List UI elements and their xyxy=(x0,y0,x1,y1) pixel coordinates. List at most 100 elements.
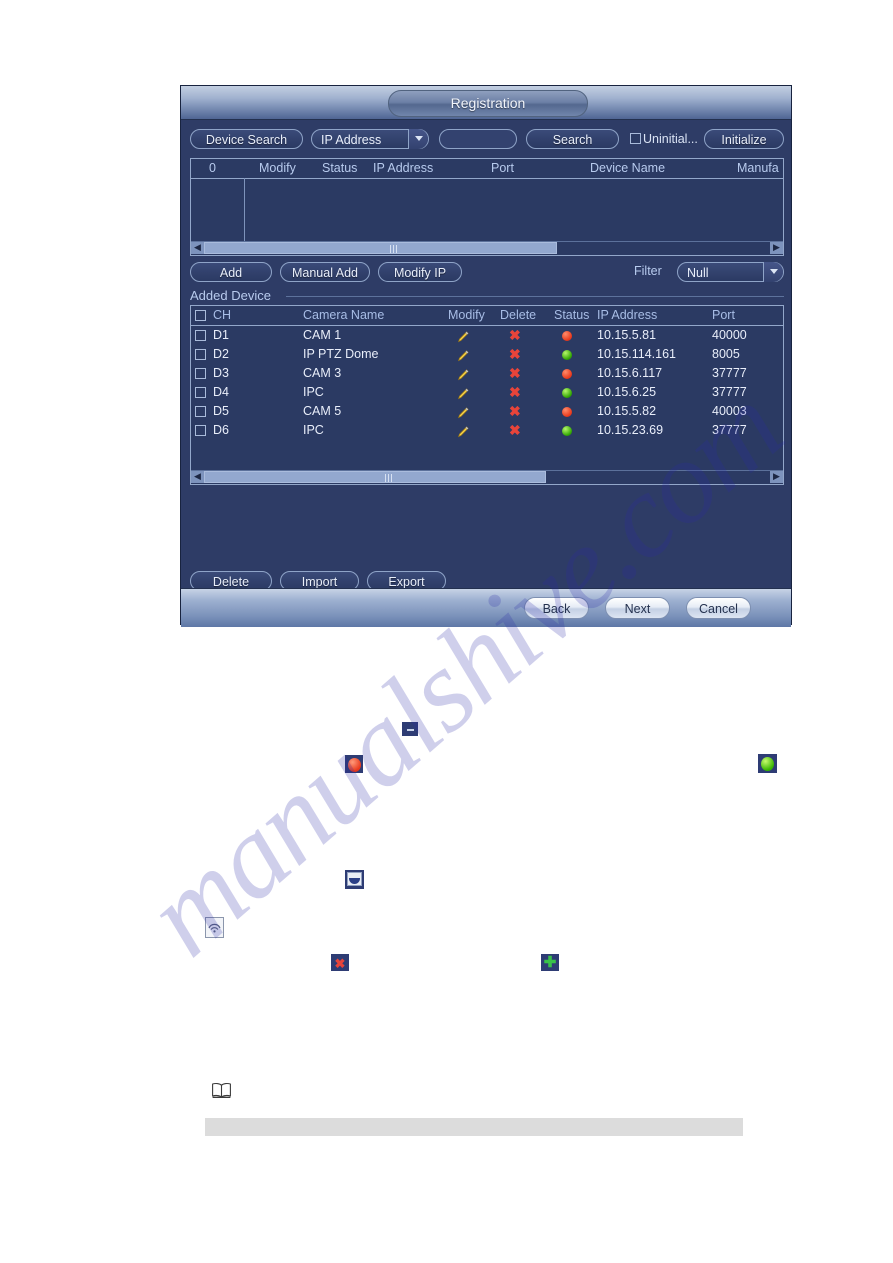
note-book-icon xyxy=(211,1081,232,1099)
device-search-button[interactable]: Device Search xyxy=(190,129,303,149)
table-row[interactable]: D1 CAM 1 10.15.5.81 40000 ✖ xyxy=(191,326,783,345)
search-col-device-name: Device Name xyxy=(590,161,666,175)
pencil-edit-icon[interactable] xyxy=(457,425,469,438)
scroll-thumb[interactable] xyxy=(204,471,546,483)
scroll-left-icon[interactable]: ◀ xyxy=(191,471,204,483)
scroll-right-icon[interactable]: ▶ xyxy=(770,242,783,254)
search-result-table: 0 Modify Status IP Address Port Device N… xyxy=(190,158,784,256)
status-red-icon xyxy=(345,755,363,773)
status-indicator xyxy=(562,331,572,341)
dialog-footer: Back Next Cancel xyxy=(181,588,791,627)
cell-port: 40003 xyxy=(712,404,747,418)
added-col-ch: CH xyxy=(213,308,232,322)
search-table-hscrollbar[interactable]: ◀ ▶ xyxy=(191,241,783,255)
filter-value: Null xyxy=(687,266,709,280)
delete-x-icon[interactable]: ✖ xyxy=(509,366,521,381)
cell-ip-address: 10.15.5.81 xyxy=(597,328,657,342)
search-col-status: Status xyxy=(322,161,358,175)
device-search-toolbar: Device Search IP Address Search Uninitia… xyxy=(190,129,784,153)
back-button[interactable]: Back xyxy=(524,597,589,619)
modify-ip-button[interactable]: Modify IP xyxy=(378,262,462,282)
status-indicator xyxy=(562,388,572,398)
search-col-ip-address: IP Address xyxy=(373,161,434,175)
cell-camera-name: CAM 5 xyxy=(303,404,342,418)
row-checkbox[interactable] xyxy=(195,349,206,360)
delete-x-icon[interactable]: ✖ xyxy=(509,423,521,438)
table-row[interactable]: D5 CAM 5 10.15.5.82 40003 ✖ xyxy=(191,402,783,421)
row-checkbox[interactable] xyxy=(195,406,206,417)
cell-port: 37777 xyxy=(712,385,747,399)
search-col-port: Port xyxy=(491,161,514,175)
cell-camera-name: IPC xyxy=(303,385,324,399)
cell-channel: D5 xyxy=(213,404,229,418)
cell-ip-address: 10.15.114.161 xyxy=(597,347,677,361)
added-col-status: Status xyxy=(554,308,590,322)
cell-port: 40000 xyxy=(712,328,747,342)
wifi-signal-icon xyxy=(205,917,224,938)
pencil-edit-icon[interactable] xyxy=(457,349,469,362)
next-button[interactable]: Next xyxy=(605,597,670,619)
pencil-edit-icon[interactable] xyxy=(457,330,469,343)
cell-channel: D3 xyxy=(213,366,229,380)
filter-select[interactable]: Null xyxy=(677,262,784,282)
search-table-header: 0 Modify Status IP Address Port Device N… xyxy=(191,159,783,179)
row-checkbox[interactable] xyxy=(195,330,206,341)
cell-ip-address: 10.15.23.69 xyxy=(597,423,664,437)
cell-ip-address: 10.15.5.82 xyxy=(597,404,657,418)
checkbox-box[interactable] xyxy=(630,133,641,144)
cancel-button[interactable]: Cancel xyxy=(686,597,751,619)
pencil-edit-icon[interactable] xyxy=(457,368,469,381)
added-table-header: CH Camera Name Modify Delete Status IP A… xyxy=(191,306,783,326)
added-col-camera-name: Camera Name xyxy=(303,308,385,322)
delete-x-icon: ✖ xyxy=(331,954,349,971)
added-col-port: Port xyxy=(712,308,735,322)
table-row[interactable]: D6 IPC 10.15.23.69 37777 ✖ xyxy=(191,421,783,440)
delete-x-icon[interactable]: ✖ xyxy=(509,347,521,362)
table-row[interactable]: D2 IP PTZ Dome 10.15.114.161 8005 ✖ xyxy=(191,345,783,364)
row-checkbox[interactable] xyxy=(195,425,206,436)
minus-icon xyxy=(402,722,418,736)
cell-camera-name: CAM 3 xyxy=(303,366,342,380)
chevron-down-icon[interactable] xyxy=(763,262,783,282)
added-device-legend: Added Device xyxy=(190,288,271,303)
pencil-edit-icon[interactable] xyxy=(457,406,469,419)
section-divider xyxy=(286,296,784,297)
note-content-bar xyxy=(205,1118,743,1136)
device-actions-toolbar: Add Manual Add Modify IP Filter Null xyxy=(190,262,784,284)
scroll-track[interactable] xyxy=(204,471,770,483)
add-button[interactable]: Add xyxy=(190,262,272,282)
scroll-track[interactable] xyxy=(204,242,770,254)
search-col-manufacturer: Manufa xyxy=(737,161,779,175)
manual-add-button[interactable]: Manual Add xyxy=(280,262,370,282)
row-checkbox[interactable] xyxy=(195,387,206,398)
delete-x-icon[interactable]: ✖ xyxy=(509,385,521,400)
scroll-thumb[interactable] xyxy=(204,242,557,254)
dialog-body: Device Search IP Address Search Uninitia… xyxy=(181,120,791,591)
status-indicator xyxy=(562,350,572,360)
search-button[interactable]: Search xyxy=(526,129,619,149)
table-row[interactable]: D3 CAM 3 10.15.6.117 37777 ✖ xyxy=(191,364,783,383)
delete-x-icon[interactable]: ✖ xyxy=(509,328,521,343)
search-input[interactable] xyxy=(439,129,517,149)
added-table-rows: D1 CAM 1 10.15.5.81 40000 ✖ D2 IP PTZ Dome 10.1… xyxy=(191,326,783,440)
status-indicator xyxy=(562,426,572,436)
cell-channel: D2 xyxy=(213,347,229,361)
scroll-right-icon[interactable]: ▶ xyxy=(770,471,783,483)
added-col-modify: Modify xyxy=(448,308,485,322)
row-checkbox[interactable] xyxy=(195,368,206,379)
cell-ip-address: 10.15.6.117 xyxy=(597,366,663,380)
select-all-checkbox[interactable] xyxy=(195,310,206,321)
pencil-edit-icon[interactable] xyxy=(457,387,469,400)
search-col-count: 0 xyxy=(209,161,216,175)
chevron-down-icon[interactable] xyxy=(408,129,428,149)
cell-ip-address: 10.15.6.25 xyxy=(597,385,657,399)
initialize-button[interactable]: Initialize xyxy=(704,129,784,149)
table-row[interactable]: D4 IPC 10.15.6.25 37777 ✖ xyxy=(191,383,783,402)
delete-x-icon[interactable]: ✖ xyxy=(509,404,521,419)
scroll-left-icon[interactable]: ◀ xyxy=(191,242,204,254)
added-table-hscrollbar[interactable]: ◀ ▶ xyxy=(191,470,783,484)
cell-channel: D4 xyxy=(213,385,229,399)
registration-dialog: Registration Device Search IP Address Se… xyxy=(180,85,792,627)
cell-port: 8005 xyxy=(712,347,740,361)
search-type-select[interactable]: IP Address xyxy=(311,129,429,149)
